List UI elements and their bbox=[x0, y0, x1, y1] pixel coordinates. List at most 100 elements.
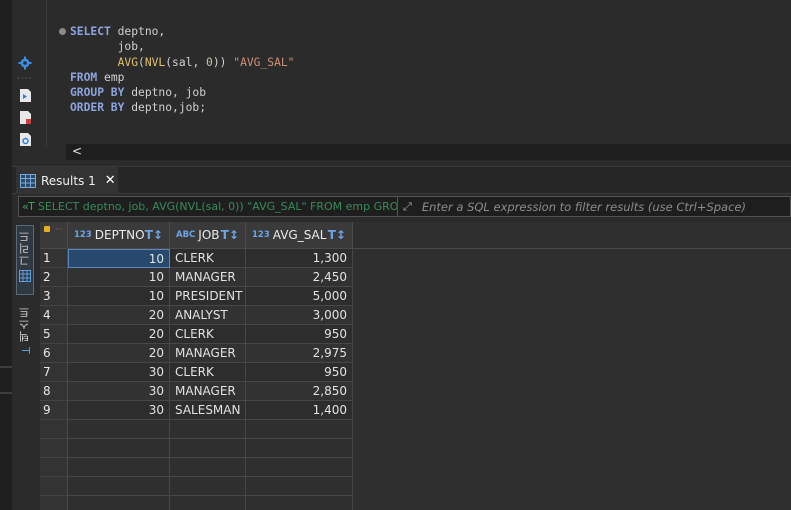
cell-avg-sal[interactable]: 2,975 bbox=[246, 344, 353, 363]
filter-bar: «T SELECT deptno, job, AVG(NVL(sal, 0)) … bbox=[18, 196, 791, 217]
empty-row bbox=[40, 439, 353, 458]
scroll-left-icon[interactable]: < bbox=[72, 144, 82, 158]
table-row[interactable]: 8 30 MANAGER 2,850 bbox=[40, 382, 353, 401]
column-header-job[interactable]: ABC JOB T↕ bbox=[170, 222, 246, 249]
empty-cell bbox=[170, 439, 246, 458]
cell-deptno[interactable]: 20 bbox=[68, 325, 170, 344]
cell-avg-sal[interactable]: 1,300 bbox=[246, 249, 353, 268]
sql-code[interactable]: SELECT deptno, job, AVG(NVL(sal, 0)) "AV… bbox=[70, 24, 294, 116]
empty-row bbox=[40, 458, 353, 477]
close-icon[interactable]: ✕ bbox=[105, 173, 116, 188]
cell-avg-sal[interactable]: 5,000 bbox=[246, 287, 353, 306]
column-header-deptno[interactable]: 123 DEPTNO T↕ bbox=[68, 222, 170, 249]
sql-token: (sal, bbox=[165, 55, 207, 69]
tab-results-1[interactable]: Results 1 ✕ bbox=[16, 167, 118, 194]
sql-line: AVG(NVL(sal, 0)) "AVG_SAL" bbox=[70, 55, 295, 70]
empty-cell bbox=[246, 420, 353, 439]
empty-cell bbox=[68, 477, 170, 496]
row-number[interactable]: 1 bbox=[40, 249, 68, 268]
row-number[interactable]: 4 bbox=[40, 306, 68, 325]
new-script-icon[interactable] bbox=[17, 109, 33, 125]
table-row[interactable]: 6 20 MANAGER 2,975 bbox=[40, 344, 353, 363]
row-number bbox=[40, 458, 68, 477]
row-number[interactable]: 7 bbox=[40, 363, 68, 382]
empty-cell bbox=[170, 496, 246, 510]
filter-sort-icon[interactable]: T↕ bbox=[145, 228, 163, 242]
cell-deptno[interactable]: 30 bbox=[68, 363, 170, 382]
table-row[interactable]: 2 10 MANAGER 2,450 bbox=[40, 268, 353, 287]
tab-text-view[interactable]: 텍스트 T bbox=[16, 306, 34, 366]
row-number[interactable]: 5 bbox=[40, 325, 68, 344]
sql-token: GROUP BY bbox=[70, 86, 125, 100]
expand-icon[interactable]: ⤢ bbox=[396, 197, 417, 216]
tab-grid-view[interactable]: 그리드 bbox=[16, 225, 34, 295]
sql-line: GROUP BY deptno, job bbox=[70, 85, 294, 100]
cell-job[interactable]: ANALYST bbox=[170, 306, 246, 325]
cell-deptno[interactable]: 30 bbox=[68, 382, 170, 401]
cell-deptno[interactable]: 20 bbox=[68, 306, 170, 325]
active-query-text: SELECT deptno, job, AVG(NVL(sal, 0)) "AV… bbox=[37, 200, 397, 213]
cell-job[interactable]: CLERK bbox=[170, 363, 246, 382]
row-number[interactable]: 8 bbox=[40, 382, 68, 401]
cell-job[interactable]: PRESIDENT bbox=[170, 287, 246, 306]
cell-deptno[interactable]: 10 bbox=[68, 268, 170, 287]
empty-cell bbox=[246, 439, 353, 458]
type-badge: 123 bbox=[252, 230, 270, 240]
row-number[interactable]: 6 bbox=[40, 344, 68, 363]
sql-token: SELECT bbox=[70, 25, 111, 38]
filter-sort-icon[interactable]: T↕ bbox=[221, 228, 239, 242]
gear-icon[interactable] bbox=[17, 55, 33, 71]
row-number[interactable]: 9 bbox=[40, 401, 68, 420]
type-badge: ABC bbox=[176, 230, 196, 240]
cell-job[interactable]: MANAGER bbox=[170, 382, 246, 401]
row-number[interactable]: 3 bbox=[40, 287, 68, 306]
table-row[interactable]: 1 10 CLERK 1,300 bbox=[40, 249, 353, 268]
view-mode-panel: 그리드 텍스트 T bbox=[12, 222, 38, 510]
sql-token: )) bbox=[212, 55, 234, 69]
empty-row bbox=[40, 420, 353, 439]
result-grid[interactable]: ··· 123 DEPTNO T↕ ABC JOB T↕ 123 AVG_SAL T↕ 1 10 CL… bbox=[40, 222, 791, 510]
cell-avg-sal[interactable]: 2,850 bbox=[246, 382, 353, 401]
sql-token: 0 bbox=[206, 55, 213, 69]
table-row[interactable]: 3 10 PRESIDENT 5,000 bbox=[40, 287, 353, 306]
cell-job[interactable]: SALESMAN bbox=[170, 401, 246, 420]
grid-icon bbox=[19, 270, 31, 282]
explain-plan-icon[interactable] bbox=[17, 131, 33, 147]
cell-job[interactable]: MANAGER bbox=[170, 268, 246, 287]
cell-deptno[interactable]: 10 bbox=[68, 287, 170, 306]
cell-deptno[interactable]: 10 bbox=[68, 249, 170, 268]
cell-deptno[interactable]: 20 bbox=[68, 344, 170, 363]
separator-dots: ···· bbox=[17, 74, 33, 84]
table-icon bbox=[20, 173, 36, 188]
sql-line: FROM emp bbox=[70, 70, 294, 85]
cell-job[interactable]: CLERK bbox=[170, 249, 246, 268]
row-number[interactable]: 2 bbox=[40, 268, 68, 287]
table-row[interactable]: 9 30 SALESMAN 1,400 bbox=[40, 401, 353, 420]
cell-avg-sal[interactable]: 1,400 bbox=[246, 401, 353, 420]
sql-line: SELECT deptno, bbox=[70, 24, 294, 39]
filter-input[interactable]: Enter a SQL expression to filter results… bbox=[417, 200, 746, 214]
cell-deptno[interactable]: 30 bbox=[68, 401, 170, 420]
column-name: DEPTNO bbox=[94, 228, 145, 242]
editor-tool-gutter: ···· bbox=[12, 0, 42, 160]
cell-avg-sal[interactable]: 950 bbox=[246, 363, 353, 382]
empty-cell bbox=[68, 496, 170, 510]
column-name: AVG_SAL bbox=[272, 228, 327, 242]
cell-job[interactable]: MANAGER bbox=[170, 344, 246, 363]
cell-avg-sal[interactable]: 2,450 bbox=[246, 268, 353, 287]
sql-token: job, bbox=[70, 40, 145, 54]
editor-horizontal-scrollbar[interactable]: < bbox=[66, 144, 791, 160]
cell-job[interactable]: CLERK bbox=[170, 325, 246, 344]
cell-avg-sal[interactable]: 3,000 bbox=[246, 306, 353, 325]
table-row[interactable]: 4 20 ANALYST 3,000 bbox=[40, 306, 353, 325]
column-header-avg-sal[interactable]: 123 AVG_SAL T↕ bbox=[246, 222, 353, 249]
table-row[interactable]: 7 30 CLERK 950 bbox=[40, 363, 353, 382]
script-run-icon[interactable] bbox=[17, 87, 33, 103]
filter-sort-icon[interactable]: T↕ bbox=[328, 228, 346, 242]
sql-editor[interactable]: SELECT deptno, job, AVG(NVL(sal, 0)) "AV… bbox=[47, 0, 791, 146]
cell-avg-sal[interactable]: 950 bbox=[246, 325, 353, 344]
grid-corner[interactable]: ··· bbox=[40, 222, 68, 249]
empty-cell bbox=[246, 458, 353, 477]
empty-cell bbox=[68, 420, 170, 439]
table-row[interactable]: 5 20 CLERK 950 bbox=[40, 325, 353, 344]
